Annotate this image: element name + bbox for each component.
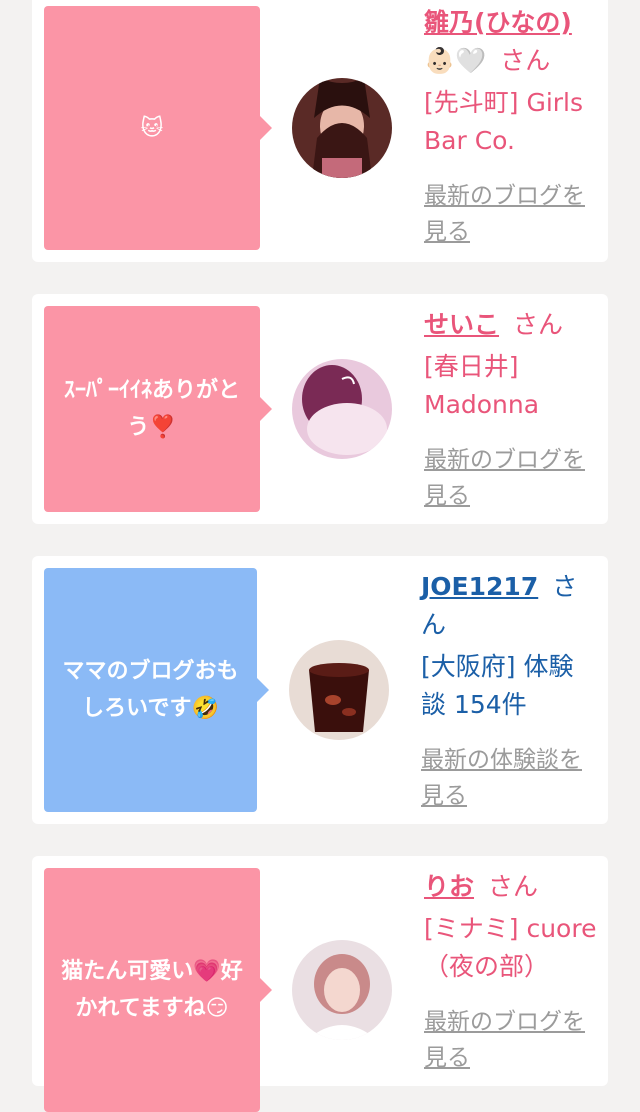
shop-label: [大阪府] 体験談 154件 — [421, 652, 574, 719]
latest-blog-link[interactable]: 最新のブログを見る — [424, 178, 600, 250]
message-text: 猫たん可愛い💗好かれてますね😏 — [61, 959, 243, 1021]
message-text: ママのブログおもしろいです🤣 — [62, 659, 239, 721]
avatar[interactable] — [292, 78, 392, 178]
message-bubble: ｽｰﾊﾟｰｲｲﾈありがとう❣️ — [44, 306, 272, 512]
sender-name-emoji: 👶🏻🤍 — [424, 46, 487, 75]
message-bubble: ママのブログおもしろいです🤣 — [44, 568, 269, 812]
avatar-photo — [292, 78, 392, 178]
message-bubble: 🐱 — [44, 6, 272, 250]
honorific: さん — [500, 46, 551, 75]
avatar[interactable] — [289, 640, 389, 740]
avatar[interactable] — [292, 359, 392, 459]
message-card: ママのブログおもしろいです🤣 JOE1217 さん [大阪府] 体験談 154件 … — [32, 556, 608, 824]
latest-blog-link[interactable]: 最新のブログを見る — [424, 1004, 600, 1076]
message-card: 🐱 雛乃(ひなの) 👶🏻🤍 さん [先斗町] Girls Bar Co. 最新のブ… — [32, 0, 608, 262]
message-bubble: 猫たん可愛い💗好かれてますね😏 — [44, 868, 272, 1112]
shop-label: [ミナミ] cuore（夜の部） — [424, 914, 597, 981]
message-card: ｽｰﾊﾟｰｲｲﾈありがとう❣️ せいこ さん [春日井] Madonna 最新のブ… — [32, 294, 608, 524]
avatar-photo — [292, 940, 392, 1040]
shop-label: [春日井] Madonna — [424, 352, 540, 419]
message-text: 🐱 — [140, 115, 164, 141]
sender-name-link[interactable]: JOE1217 — [421, 572, 538, 601]
sender-info: せいこ さん [春日井] Madonna 最新のブログを見る — [424, 306, 600, 514]
honorific: さん — [488, 872, 539, 901]
shop-label: [先斗町] Girls Bar Co. — [424, 88, 584, 155]
sender-name-link[interactable]: せいこ — [424, 310, 499, 339]
avatar-photo — [292, 359, 392, 459]
sender-info: JOE1217 さん [大阪府] 体験談 154件 最新の体験談を見る — [421, 568, 597, 814]
avatar[interactable] — [292, 940, 392, 1040]
message-text: ｽｰﾊﾟｰｲｲﾈありがとう❣️ — [63, 378, 240, 440]
latest-blog-link[interactable]: 最新のブログを見る — [424, 442, 600, 514]
honorific: さん — [513, 310, 564, 339]
latest-review-link[interactable]: 最新の体験談を見る — [421, 742, 597, 814]
sender-name-link[interactable]: 雛乃(ひなの) — [424, 8, 572, 37]
sender-info: 雛乃(ひなの) 👶🏻🤍 さん [先斗町] Girls Bar Co. 最新のブログ… — [424, 4, 600, 250]
avatar-photo — [289, 640, 389, 740]
message-card: 猫たん可愛い💗好かれてますね😏 りお さん [ミナミ] cuore（夜の部） 最新… — [32, 856, 608, 1112]
sender-name-link[interactable]: りお — [424, 872, 474, 901]
sender-info: りお さん [ミナミ] cuore（夜の部） 最新のブログを見る — [424, 868, 600, 1076]
